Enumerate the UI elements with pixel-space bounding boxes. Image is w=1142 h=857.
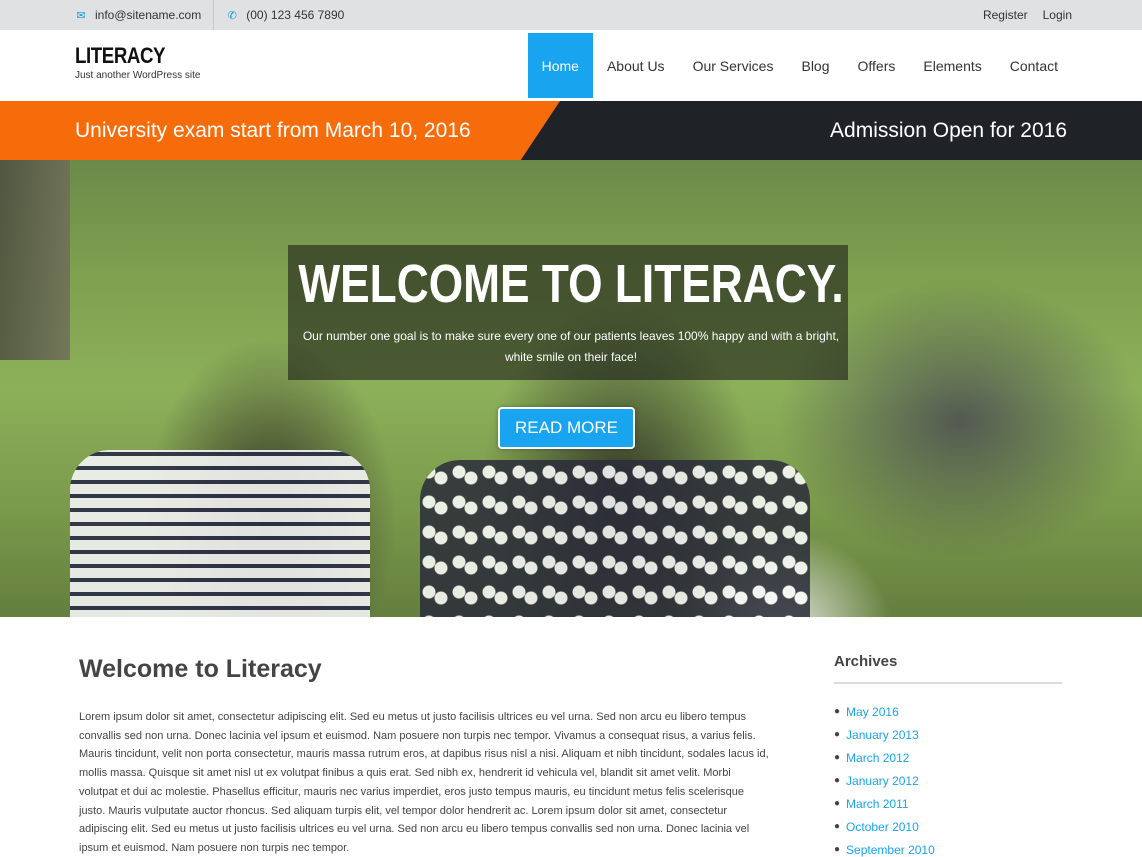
news-ticker: University exam start from March 10, 201… bbox=[0, 101, 1142, 160]
site-tagline: Just another WordPress site bbox=[75, 70, 201, 82]
archive-item[interactable]: ● March 2011 bbox=[834, 792, 1062, 815]
phone-text: (00) 123 456 7890 bbox=[246, 8, 345, 22]
nav-home[interactable]: Home bbox=[527, 33, 593, 98]
main-content: Welcome to Literacy Lorem ipsum dolor si… bbox=[79, 655, 769, 857]
register-link[interactable]: Register bbox=[983, 8, 1028, 22]
ticker-left-text[interactable]: University exam start from March 10, 201… bbox=[75, 101, 471, 160]
archive-item[interactable]: ● March 2012 bbox=[834, 746, 1062, 769]
content-area: Welcome to Literacy Lorem ipsum dolor si… bbox=[0, 617, 1142, 857]
intro-paragraph: Lorem ipsum dolor sit amet, consectetur … bbox=[79, 711, 769, 854]
archive-item[interactable]: ● January 2013 bbox=[834, 723, 1062, 746]
archives-list: ● May 2016 ● January 2013 ● March 2012 ● Jan… bbox=[834, 700, 1062, 857]
site-logo[interactable]: LITERACY bbox=[75, 43, 182, 68]
login-link[interactable]: Login bbox=[1043, 8, 1072, 22]
nav-contact[interactable]: Contact bbox=[996, 33, 1072, 98]
bullet-icon: ● bbox=[834, 775, 841, 786]
hero-title: WELCOME TO LITERACY. bbox=[298, 254, 844, 314]
hero-photo-tree bbox=[0, 160, 70, 360]
email-text: info@sitename.com bbox=[95, 8, 202, 22]
top-bar: ✉ info@sitename.com ✆ (00) 123 456 7890 … bbox=[0, 0, 1142, 30]
hero-subtitle: Our number one goal is to make sure ever… bbox=[302, 329, 840, 364]
bullet-icon: ● bbox=[834, 706, 841, 717]
archive-link[interactable]: March 2011 bbox=[846, 797, 908, 811]
archive-link[interactable]: January 2012 bbox=[846, 774, 919, 788]
ticker-right-text[interactable]: Admission Open for 2016 bbox=[830, 101, 1067, 160]
contact-divider bbox=[213, 0, 215, 30]
archive-item[interactable]: ● September 2010 bbox=[834, 838, 1062, 857]
hero-photo-student-left bbox=[70, 450, 370, 617]
archive-link[interactable]: January 2013 bbox=[846, 728, 919, 742]
bullet-icon: ● bbox=[834, 844, 841, 855]
bullet-icon: ● bbox=[834, 821, 841, 832]
bullet-icon: ● bbox=[834, 752, 841, 763]
hero-banner: WELCOME TO LITERACY. Our number one goal… bbox=[0, 160, 1142, 617]
envelope-icon: ✉ bbox=[76, 9, 86, 22]
bullet-icon: ● bbox=[834, 798, 841, 809]
nav-elements[interactable]: Elements bbox=[909, 33, 995, 98]
archive-item[interactable]: ● October 2010 bbox=[834, 815, 1062, 838]
page-heading: Welcome to Literacy bbox=[79, 655, 322, 683]
site-header: LITERACY Just another WordPress site Hom… bbox=[0, 30, 1142, 101]
email-contact: ✉ info@sitename.com bbox=[75, 8, 201, 22]
read-more-button[interactable]: READ MORE bbox=[498, 407, 635, 449]
hero-photo-student-right bbox=[420, 460, 810, 617]
archive-link[interactable]: May 2016 bbox=[846, 705, 899, 719]
archive-link[interactable]: October 2010 bbox=[846, 820, 919, 834]
sidebar: Archives ● May 2016 ● January 2013 ● March … bbox=[834, 653, 1062, 857]
phone-icon: ✆ bbox=[227, 9, 237, 22]
auth-links: Register Login bbox=[983, 8, 1072, 22]
archive-link[interactable]: September 2010 bbox=[846, 843, 935, 857]
phone-contact: ✆ (00) 123 456 7890 bbox=[226, 8, 345, 22]
nav-about-us[interactable]: About Us bbox=[593, 33, 679, 98]
main-nav: Home About Us Our Services Blog Offers E… bbox=[527, 30, 1072, 101]
nav-blog[interactable]: Blog bbox=[787, 33, 843, 98]
bullet-icon: ● bbox=[834, 729, 841, 740]
archive-item[interactable]: ● May 2016 bbox=[834, 700, 1062, 723]
contact-info: ✉ info@sitename.com ✆ (00) 123 456 7890 bbox=[75, 0, 344, 30]
brand[interactable]: LITERACY Just another WordPress site bbox=[75, 30, 200, 101]
archive-link[interactable]: March 2012 bbox=[846, 751, 909, 765]
archive-item[interactable]: ● January 2012 bbox=[834, 769, 1062, 792]
nav-offers[interactable]: Offers bbox=[844, 33, 910, 98]
archives-heading: Archives bbox=[834, 653, 1062, 684]
nav-our-services[interactable]: Our Services bbox=[679, 33, 788, 98]
